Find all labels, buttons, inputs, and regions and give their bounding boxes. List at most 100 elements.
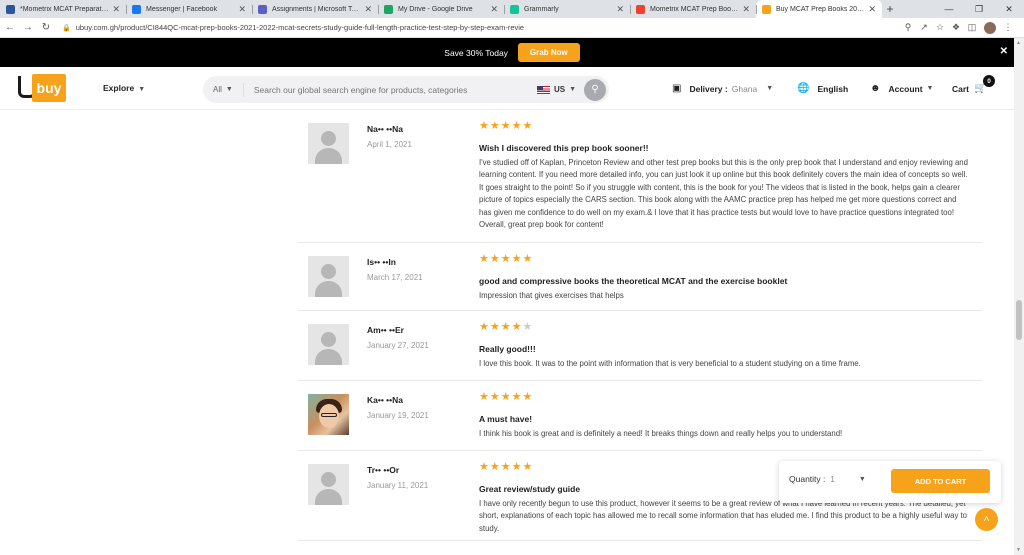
search-input[interactable] <box>243 84 537 95</box>
close-window-icon[interactable]: ✕ <box>994 0 1024 18</box>
star-icon: ★ <box>511 461 523 473</box>
reviewer-name: Ka•• ••Na <box>367 395 403 405</box>
review-title: Wish I discovered this prep book sooner!… <box>479 143 649 153</box>
reviewer-avatar <box>308 464 349 505</box>
review-date: January 19, 2021 <box>367 411 429 420</box>
browser-tab[interactable]: My Drive - Google Drive ✕ <box>378 0 504 18</box>
restore-icon[interactable]: ❐ <box>964 0 994 18</box>
tab-close-icon[interactable]: ✕ <box>616 4 624 15</box>
share-icon[interactable]: ↗ <box>916 22 932 33</box>
review-item: Am•• ••Er January 27, 2021 ★★★★★ Really goo… <box>298 311 982 381</box>
globe-icon: 🌐 <box>797 83 810 94</box>
star-icon: ★ <box>511 321 523 333</box>
avatar-placeholder-body <box>315 349 342 365</box>
quantity-select[interactable]: Quantity : 1 ▼ <box>789 474 866 484</box>
search-icon: ⚲ <box>591 84 599 95</box>
url-text: ubuy.com.gh/product/CI844QC-mcat-prep-bo… <box>75 23 525 32</box>
grab-now-button[interactable]: Grab Now <box>517 43 580 62</box>
review-body: I have only recently begun to use this p… <box>479 499 968 533</box>
delivery-boxes-icon: ▣ <box>672 83 682 94</box>
chevron-down-icon: ▼ <box>766 85 774 92</box>
promo-banner: Save 30% Today Grab Now ✕ <box>0 38 1024 67</box>
tab-title: Buy MCAT Prep Books 2021-202 <box>776 5 865 13</box>
scroll-up-icon[interactable]: ▲ <box>1016 40 1021 46</box>
account-menu[interactable]: ☻ Account ▼ <box>870 83 933 94</box>
tab-favicon-icon <box>762 4 771 14</box>
tab-close-icon[interactable]: ✕ <box>868 4 876 15</box>
browser-tab[interactable]: Assignments | Microsoft Teams ✕ <box>252 0 378 18</box>
user-icon: ☻ <box>870 83 881 94</box>
review-date: January 11, 2021 <box>367 481 429 490</box>
chevron-down-icon: ▼ <box>225 86 233 93</box>
new-tab-button[interactable]: + <box>882 0 898 18</box>
chevron-down-icon: ▼ <box>569 86 576 93</box>
star-icon: ★ <box>522 391 534 403</box>
star-icon: ★ <box>500 120 512 132</box>
star-icon: ★ <box>500 391 512 403</box>
reload-icon[interactable]: ↻ <box>38 22 54 33</box>
scroll-down-icon[interactable]: ▼ <box>1016 547 1021 553</box>
language-label: English <box>817 83 849 94</box>
extensions-icon[interactable]: ❖ <box>948 22 964 33</box>
reviewer-name: Is•• ••In <box>367 257 396 267</box>
review-body: I love this book. It was to the point wi… <box>479 359 861 368</box>
ubuy-logo[interactable]: buy <box>18 74 66 102</box>
tab-title: Mometrix MCAT Prep Books cur <box>650 5 739 13</box>
delivery-selector[interactable]: ▣ Delivery : Ghana ▼ <box>672 83 773 94</box>
cart-link[interactable]: Cart 🛒 0 <box>952 75 995 94</box>
star-icon: ★ <box>479 321 490 333</box>
quantity-label: Quantity : <box>789 474 826 484</box>
url-field[interactable]: 🔒 ubuy.com.gh/product/CI844QC-mcat-prep-… <box>62 20 892 35</box>
browser-tab[interactable]: Buy MCAT Prep Books 2021-202✕ <box>756 0 882 18</box>
site-header: buy Explore▼ All▼ US▼ ⚲ ▣ Delivery : Gha… <box>0 67 1024 110</box>
bookmark-star-icon[interactable]: ☆ <box>932 22 948 33</box>
country-select[interactable]: US ▼ <box>536 85 576 94</box>
delivery-label: Delivery : <box>689 83 728 94</box>
sidebar-icon[interactable]: ◫ <box>964 22 980 33</box>
address-bar: ← → ↻ 🔒 ubuy.com.gh/product/CI844QC-mcat… <box>0 18 1024 38</box>
add-to-cart-button[interactable]: ADD TO CART <box>891 469 990 493</box>
browser-tab[interactable]: Messenger | Facebook ✕ <box>126 0 252 18</box>
zoom-icon[interactable]: ⚲ <box>900 22 916 33</box>
menu-kebab-icon[interactable]: ⋮ <box>1000 22 1016 33</box>
tab-favicon-icon <box>384 4 393 14</box>
tab-close-icon[interactable]: ✕ <box>490 4 498 15</box>
reviewer-name: Am•• ••Er <box>367 325 404 335</box>
tab-favicon-icon <box>636 4 645 14</box>
chevron-down-icon: ▼ <box>858 475 866 483</box>
review-item: Ka•• ••Na January 19, 2021 ★★★★★ A must hav… <box>298 381 982 451</box>
lock-icon: 🔒 <box>62 24 71 32</box>
double-chevron-up-icon: ˄ <box>983 514 990 525</box>
profile-avatar[interactable] <box>984 21 996 34</box>
browser-tab[interactable]: Mometrix MCAT Prep Books cur✕ <box>630 0 756 18</box>
language-selector[interactable]: 🌐 English <box>797 83 848 94</box>
review-title: Great review/study guide <box>479 484 581 494</box>
search-button[interactable]: ⚲ <box>584 78 606 101</box>
cart-label: Cart <box>952 83 970 94</box>
explore-menu[interactable]: Explore ▼ <box>103 83 145 93</box>
tab-close-icon[interactable]: ✕ <box>364 4 372 15</box>
star-rating: ★★★★★ <box>479 252 533 265</box>
star-icon: ★ <box>479 120 490 132</box>
reviewer-avatar <box>308 324 349 365</box>
search-scope-select[interactable]: All ▼ <box>203 82 244 97</box>
minimize-icon[interactable]: — <box>934 0 964 18</box>
close-icon[interactable]: ✕ <box>1000 46 1008 57</box>
back-icon[interactable]: ← <box>2 22 18 33</box>
browser-tab[interactable]: Grammarly ✕ <box>504 0 630 18</box>
review-body: I've studied off of Kaplan, Princeton Re… <box>479 158 968 230</box>
scroll-to-top-button[interactable]: ˄ <box>975 508 998 531</box>
star-icon: ★ <box>489 120 501 132</box>
page-scrollbar[interactable]: ▲ ▼ <box>1014 38 1024 555</box>
browser-tab[interactable]: *Mometrix MCAT Preparation Bo✕ <box>0 0 126 18</box>
scrollbar-thumb[interactable] <box>1016 300 1022 340</box>
tab-list: *Mometrix MCAT Preparation Bo✕Messenger … <box>0 0 882 18</box>
star-icon: ★ <box>489 253 501 265</box>
tab-favicon-icon <box>258 4 267 14</box>
review-date: January 27, 2021 <box>367 341 429 350</box>
tab-close-icon[interactable]: ✕ <box>742 4 750 15</box>
tab-close-icon[interactable]: ✕ <box>238 4 246 15</box>
star-icon: ★ <box>479 391 490 403</box>
forward-icon[interactable]: → <box>20 22 36 33</box>
tab-close-icon[interactable]: ✕ <box>112 4 120 15</box>
